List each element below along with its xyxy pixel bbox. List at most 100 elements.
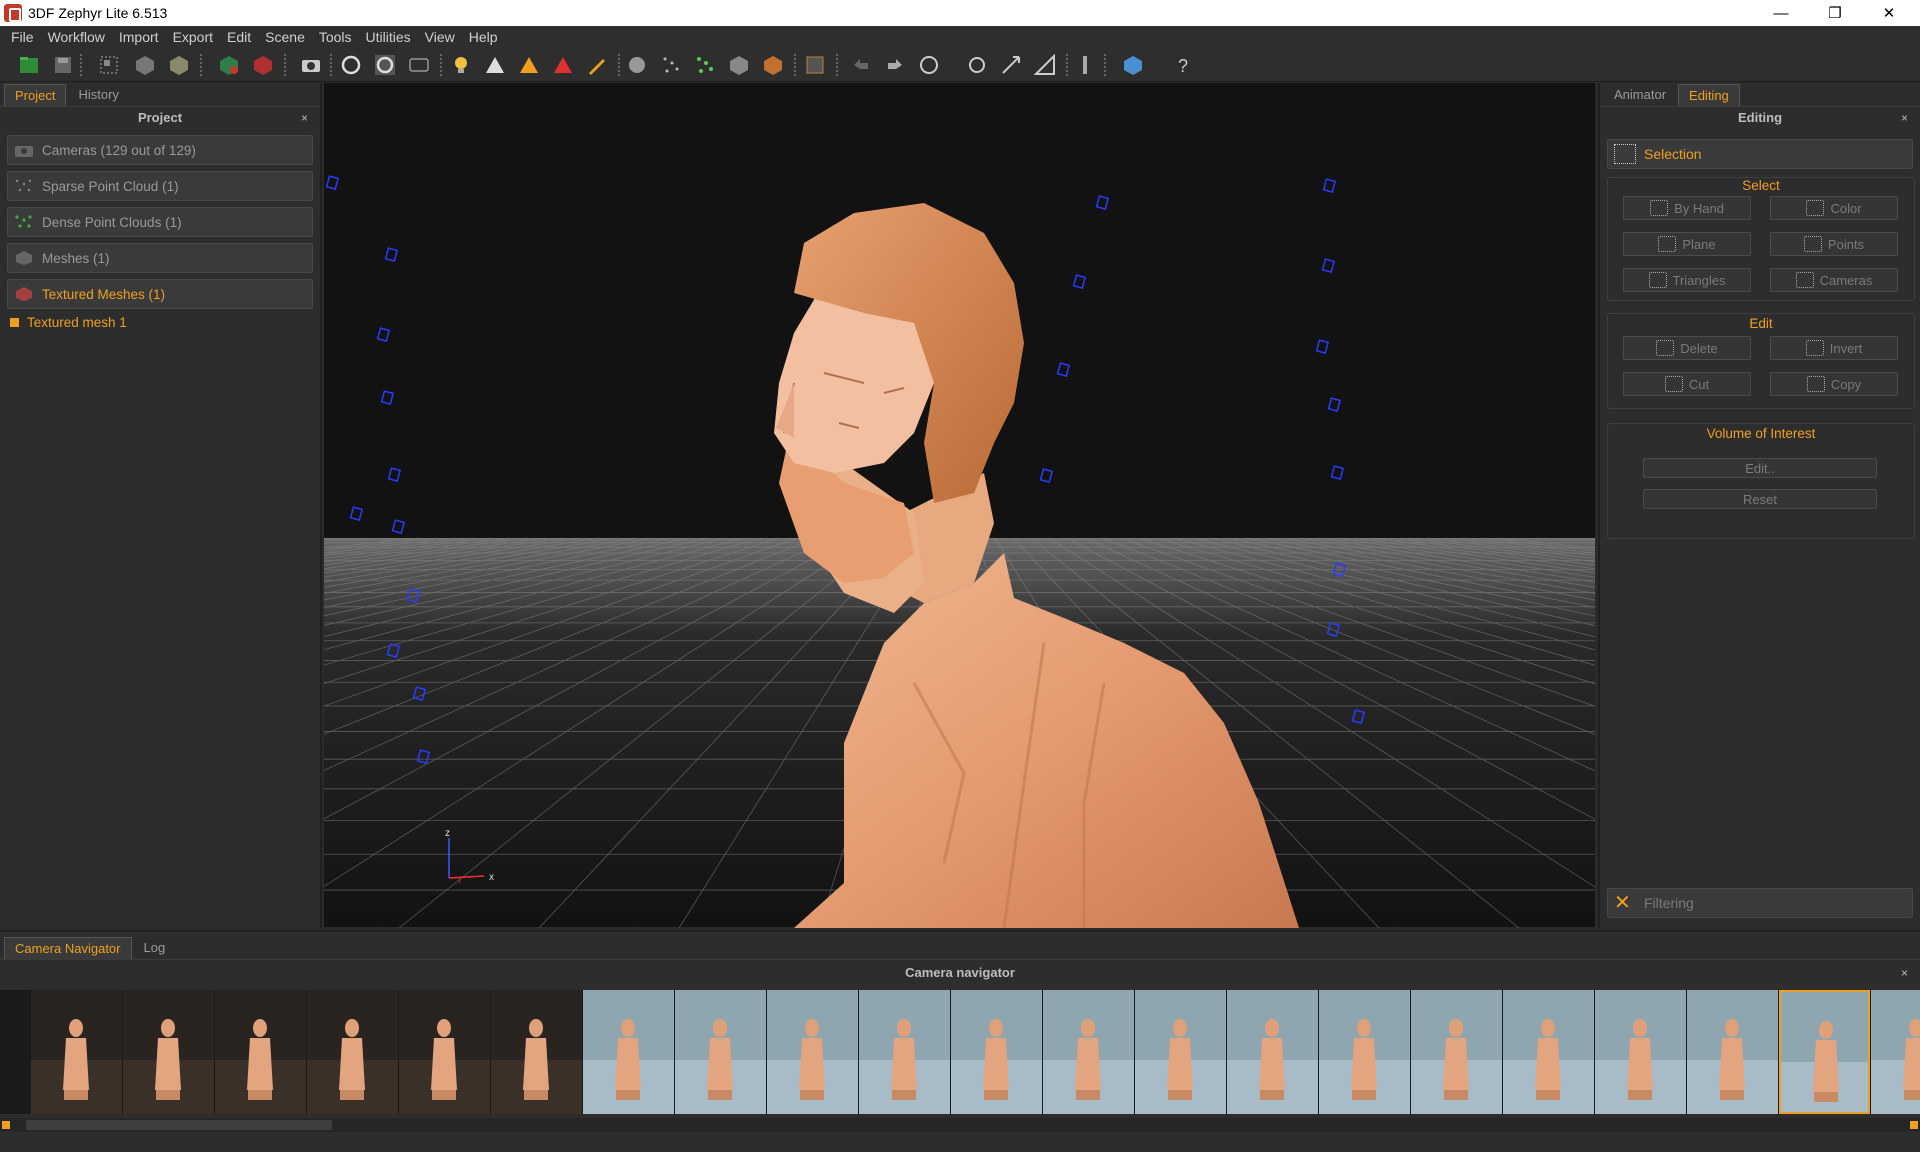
select-cameras-button[interactable]: Cameras	[1770, 268, 1898, 292]
scrollbar-thumb[interactable]	[26, 1120, 332, 1130]
voi-reset-button[interactable]: Reset	[1643, 489, 1877, 509]
camera-thumbnail[interactable]	[1779, 990, 1870, 1114]
bounding-box-icon[interactable]	[802, 52, 828, 78]
menu-utilities[interactable]: Utilities	[359, 29, 418, 45]
textured-view-icon[interactable]	[216, 52, 242, 78]
filtering-icon: ✕	[1614, 892, 1631, 914]
select-triangles-button[interactable]: Triangles	[1623, 268, 1751, 292]
cameras-view-icon[interactable]	[96, 52, 122, 78]
camera-thumbnail[interactable]	[1411, 990, 1502, 1114]
delete-button[interactable]: Delete	[1623, 336, 1751, 360]
camera-thumbnail[interactable]	[307, 990, 398, 1114]
close-panel-icon[interactable]: ×	[1901, 107, 1908, 129]
menu-help[interactable]: Help	[462, 29, 505, 45]
tab-project[interactable]: Project	[4, 84, 67, 106]
restore-button[interactable]: ❐	[1808, 0, 1862, 26]
project-item-meshes[interactable]: Meshes (1)	[7, 243, 313, 273]
project-item-cameras[interactable]: Cameras (129 out of 129)	[7, 135, 313, 165]
camera-thumbnail[interactable]	[1503, 990, 1594, 1114]
mesh-icon[interactable]	[726, 52, 752, 78]
textured-mesh-view-icon[interactable]	[250, 52, 276, 78]
tab-log[interactable]: Log	[134, 937, 176, 959]
menu-tools[interactable]: Tools	[312, 29, 359, 45]
transform-icon[interactable]	[916, 52, 942, 78]
camera-thumbnail[interactable]	[951, 990, 1042, 1114]
project-item-sparse-cloud[interactable]: Sparse Point Cloud (1)	[7, 171, 313, 201]
close-panel-icon[interactable]: ×	[301, 107, 308, 129]
camera-thumbnail[interactable]	[1595, 990, 1686, 1114]
colored-render-icon[interactable]	[550, 52, 576, 78]
select-color-button[interactable]: Color	[1770, 196, 1898, 220]
camera-settings-icon[interactable]	[624, 52, 650, 78]
camera-thumbnail[interactable]	[491, 990, 582, 1114]
close-navigator-icon[interactable]: ×	[1901, 960, 1908, 986]
translate-tool-icon[interactable]	[998, 52, 1024, 78]
save-project-icon[interactable]	[50, 52, 76, 78]
tab-editing[interactable]: Editing	[1678, 84, 1740, 106]
selection-section[interactable]: Selection	[1607, 139, 1913, 169]
camera-thumbnail[interactable]	[399, 990, 490, 1114]
tab-animator[interactable]: Animator	[1604, 84, 1676, 106]
menu-view[interactable]: View	[418, 29, 462, 45]
camera-thumbnail[interactable]	[1043, 990, 1134, 1114]
close-window-button[interactable]: ✕	[1862, 0, 1916, 26]
project-item-textured-meshes[interactable]: Textured Meshes (1)	[7, 279, 313, 309]
textured-mesh-1-item[interactable]: Textured mesh 1	[10, 315, 320, 330]
rotate-icon[interactable]	[372, 52, 398, 78]
camera-thumbnail[interactable]	[1227, 990, 1318, 1114]
dense-points-icon[interactable]	[692, 52, 718, 78]
triangles-render-icon[interactable]	[516, 52, 542, 78]
sparse-points-icon[interactable]	[658, 52, 684, 78]
screenshot-icon[interactable]	[298, 52, 324, 78]
undo-icon[interactable]	[848, 52, 874, 78]
camera-thumbnail[interactable]	[1871, 990, 1920, 1114]
light-bulb-icon[interactable]	[448, 52, 474, 78]
help-icon[interactable]: ?	[1170, 52, 1196, 78]
texture-icon[interactable]	[760, 52, 786, 78]
camera-thumbnail[interactable]	[859, 990, 950, 1114]
camera-filmstrip[interactable]	[0, 990, 1920, 1114]
menu-scene[interactable]: Scene	[258, 29, 312, 45]
tab-history[interactable]: History	[68, 84, 128, 106]
camera-thumbnail[interactable]	[31, 990, 122, 1114]
wasd-icon[interactable]	[406, 52, 432, 78]
select-by-hand-button[interactable]: By Hand	[1623, 196, 1751, 220]
rotate-tool-icon[interactable]	[964, 52, 990, 78]
brush-icon[interactable]	[584, 52, 610, 78]
3dflow-cube-icon[interactable]	[1120, 52, 1146, 78]
camera-thumbnail[interactable]	[0, 990, 30, 1114]
project-item-dense-clouds[interactable]: Dense Point Clouds (1)	[7, 207, 313, 237]
camera-thumbnail[interactable]	[123, 990, 214, 1114]
camera-thumbnail[interactable]	[1319, 990, 1410, 1114]
sparse-cloud-view-icon[interactable]	[132, 52, 158, 78]
camera-thumbnail[interactable]	[215, 990, 306, 1114]
camera-thumbnail[interactable]	[1687, 990, 1778, 1114]
select-plane-button[interactable]: Plane	[1623, 232, 1751, 256]
new-project-icon[interactable]	[16, 52, 42, 78]
mesh-view-icon[interactable]	[166, 52, 192, 78]
redo-icon[interactable]	[882, 52, 908, 78]
minimize-button[interactable]: —	[1754, 0, 1808, 26]
tab-camera-navigator[interactable]: Camera Navigator	[4, 937, 132, 959]
copy-button[interactable]: Copy	[1770, 372, 1898, 396]
menu-export[interactable]: Export	[166, 29, 220, 45]
camera-thumbnail[interactable]	[583, 990, 674, 1114]
menu-file[interactable]: File	[4, 29, 41, 45]
menu-edit[interactable]: Edit	[220, 29, 258, 45]
camera-thumbnail[interactable]	[767, 990, 858, 1114]
menu-workflow[interactable]: Workflow	[41, 29, 112, 45]
voi-edit-button[interactable]: Edit..	[1643, 458, 1877, 478]
camera-thumbnail[interactable]	[675, 990, 766, 1114]
select-points-button[interactable]: Points	[1770, 232, 1898, 256]
camera-thumbnail[interactable]	[1135, 990, 1226, 1114]
points-render-icon[interactable]	[482, 52, 508, 78]
filtering-section[interactable]: ✕ Filtering	[1607, 888, 1913, 918]
3d-viewport[interactable]: z x y	[324, 83, 1595, 928]
tools-icon[interactable]	[1072, 52, 1098, 78]
cut-button[interactable]: Cut	[1623, 372, 1751, 396]
invert-button[interactable]: Invert	[1770, 336, 1898, 360]
orbit-icon[interactable]	[338, 52, 364, 78]
measure-icon[interactable]	[1032, 52, 1058, 78]
filmstrip-scrollbar[interactable]	[0, 1118, 1920, 1132]
menu-import[interactable]: Import	[112, 29, 166, 45]
